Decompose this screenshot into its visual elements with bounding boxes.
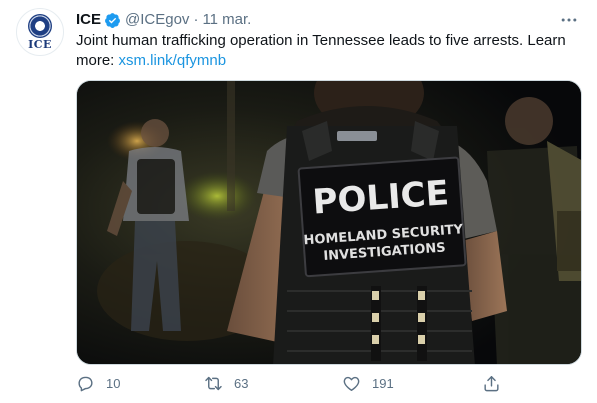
dhs-seal-icon bbox=[28, 13, 52, 38]
tweet-header: ICE @ICEgov · 11 mar. bbox=[76, 10, 251, 30]
share-icon bbox=[484, 376, 499, 392]
more-options-icon[interactable] bbox=[559, 10, 579, 30]
tweet-photo[interactable]: POLICE HOMELAND SECURITY INVESTIGATIONS bbox=[76, 80, 582, 365]
like-count: 191 bbox=[372, 376, 394, 391]
photo-police-vest: POLICE HOMELAND SECURITY INVESTIGATIONS bbox=[77, 81, 581, 364]
header-separator: · bbox=[193, 11, 199, 28]
vest-strap-left bbox=[371, 286, 381, 361]
tweet-text: Joint human trafficking operation in Ten… bbox=[76, 31, 586, 71]
reply-icon bbox=[78, 376, 93, 392]
author-avatar[interactable]: ICE bbox=[16, 8, 64, 56]
like-icon bbox=[343, 376, 360, 391]
flag-patch bbox=[337, 131, 377, 141]
reply-button[interactable]: 10 bbox=[76, 374, 120, 393]
tweet-date[interactable]: 11 mar. bbox=[202, 10, 251, 30]
tweet-link[interactable]: xsm.link/qfymnb bbox=[119, 52, 227, 69]
police-patch: POLICE HOMELAND SECURITY INVESTIGATIONS bbox=[297, 156, 467, 278]
avatar-label: ICE bbox=[28, 37, 52, 51]
retweet-button[interactable]: 63 bbox=[204, 374, 248, 393]
tweet-actions: 10 63 191 bbox=[72, 374, 502, 398]
verified-badge-icon bbox=[105, 12, 120, 28]
retweet-icon bbox=[205, 376, 222, 391]
reply-count: 10 bbox=[106, 376, 121, 391]
vest-strap-right bbox=[417, 286, 427, 361]
share-button[interactable] bbox=[482, 374, 501, 393]
author-handle[interactable]: @ICEgov bbox=[125, 10, 189, 30]
retweet-count: 63 bbox=[234, 376, 249, 391]
like-button[interactable]: 191 bbox=[342, 374, 394, 393]
author-name[interactable]: ICE bbox=[76, 10, 101, 30]
tweet-card[interactable]: ICE ICE @ICEgov · 11 mar. Joint human tr… bbox=[0, 0, 597, 403]
